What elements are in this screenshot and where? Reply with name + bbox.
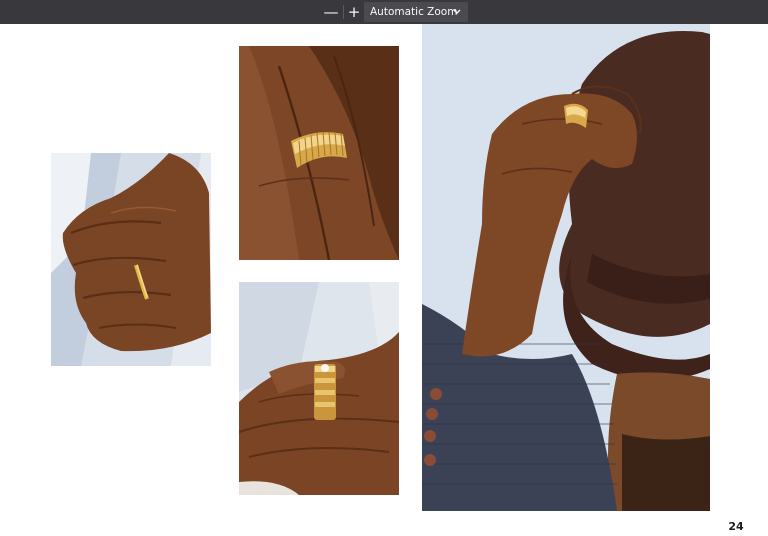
plus-icon: + (347, 3, 361, 21)
photo-hands-stacked-rings (239, 282, 399, 495)
photo-hand-textured-ring (239, 46, 399, 260)
document-page: 24 (0, 24, 768, 536)
photo-hand-thin-band (51, 153, 211, 366)
minus-icon: — (323, 3, 339, 21)
toolbar-separator (343, 5, 344, 19)
chevron-down-icon (453, 9, 461, 14)
zoom-select[interactable]: Automatic Zoom (364, 2, 468, 22)
photo-man-brown-hat (422, 24, 710, 511)
viewer-toolbar: — + Automatic Zoom (0, 0, 768, 24)
zoom-in-button[interactable]: + (345, 3, 363, 21)
page-number: 24 (728, 520, 744, 533)
zoom-select-value: Automatic Zoom (370, 6, 458, 18)
zoom-out-button[interactable]: — (322, 3, 340, 21)
